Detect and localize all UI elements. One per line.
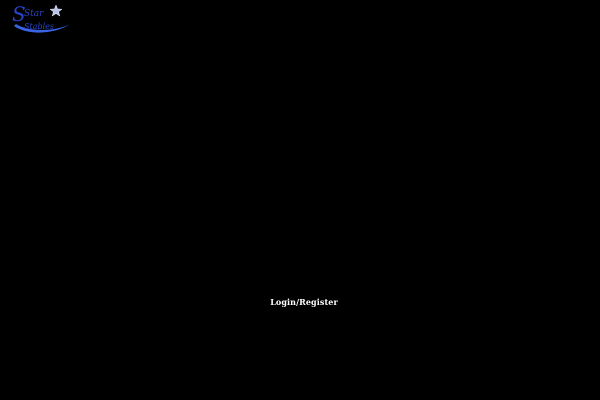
logo-graphic: S Star Stables: [12, 2, 70, 33]
logo-star-icon: [49, 4, 63, 17]
login-register-link[interactable]: Login/Register: [0, 297, 600, 307]
logo-text-line1: Star: [24, 9, 44, 19]
star-stables-logo[interactable]: S Star Stables: [10, 2, 74, 34]
game-start-screen: S Star Stables Login/Register: [0, 0, 600, 400]
logo-text-line2: Stables: [24, 22, 54, 31]
